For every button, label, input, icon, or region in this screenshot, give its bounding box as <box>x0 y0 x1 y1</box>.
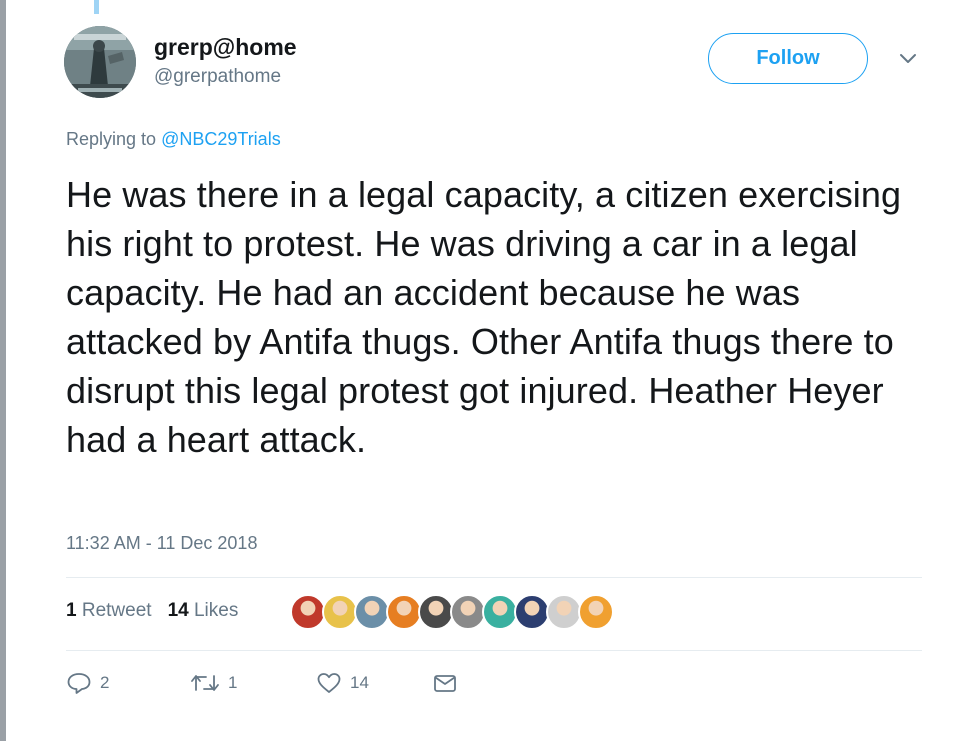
liker-avatar-man-hat[interactable] <box>354 594 390 630</box>
retweet-stat-count: 1 <box>66 600 77 621</box>
liker-avatar-pop-art[interactable] <box>482 594 518 630</box>
divider-top <box>66 577 922 578</box>
retweet-stat[interactable]: 1 Retweet <box>66 600 152 622</box>
liker-avatar-colorful[interactable] <box>386 594 422 630</box>
liker-avatars <box>290 594 614 630</box>
liker-avatar-sketch[interactable] <box>546 594 582 630</box>
window-left-edge <box>0 0 6 741</box>
divider-bottom <box>66 650 922 651</box>
retweet-stat-label: Retweet <box>81 600 152 621</box>
follow-button[interactable]: Follow <box>708 33 868 84</box>
action-bar: 2 1 14 <box>66 671 458 695</box>
liker-avatar-seal[interactable] <box>514 594 550 630</box>
retweet-count: 1 <box>228 673 238 692</box>
liker-avatar-cartoon[interactable] <box>322 594 358 630</box>
liker-avatar-portrait-gray[interactable] <box>450 594 486 630</box>
user-handle[interactable]: @grerpathome <box>154 66 281 88</box>
likes-stat-label: Likes <box>193 600 239 621</box>
thread-connector-line <box>94 0 99 14</box>
avatar-image <box>64 26 136 98</box>
retweet-action[interactable]: 1 <box>190 671 316 695</box>
direct-message-action[interactable] <box>432 671 458 695</box>
reply-count: 2 <box>100 673 110 692</box>
replying-to-link[interactable]: @NBC29Trials <box>161 129 281 149</box>
likes-stat-count: 14 <box>167 600 189 621</box>
envelope-icon <box>434 675 456 692</box>
likes-stat[interactable]: 14 Likes <box>168 600 239 622</box>
timestamp[interactable]: 11:32 AM - 11 Dec 2018 <box>66 533 257 554</box>
display-name[interactable]: grerp@home <box>154 34 297 61</box>
avatar[interactable] <box>64 26 136 98</box>
reply-icon <box>67 673 91 694</box>
like-count: 14 <box>350 673 369 692</box>
tweet-stats: 1 Retweet 14 Likes <box>66 600 238 622</box>
chevron-down-icon[interactable] <box>898 51 918 65</box>
heart-icon <box>317 673 341 693</box>
tweet-text: He was there in a legal capacity, a citi… <box>66 174 902 460</box>
like-action[interactable]: 14 <box>316 671 432 695</box>
liker-avatar-red-robot[interactable] <box>290 594 326 630</box>
reply-action[interactable]: 2 <box>66 671 190 695</box>
replying-to: Replying to @NBC29Trials <box>66 129 281 150</box>
liker-avatar-hand[interactable] <box>578 594 614 630</box>
retweet-icon <box>191 675 219 691</box>
liker-avatar-dark-portrait[interactable] <box>418 594 454 630</box>
replying-prefix: Replying to <box>66 129 162 149</box>
